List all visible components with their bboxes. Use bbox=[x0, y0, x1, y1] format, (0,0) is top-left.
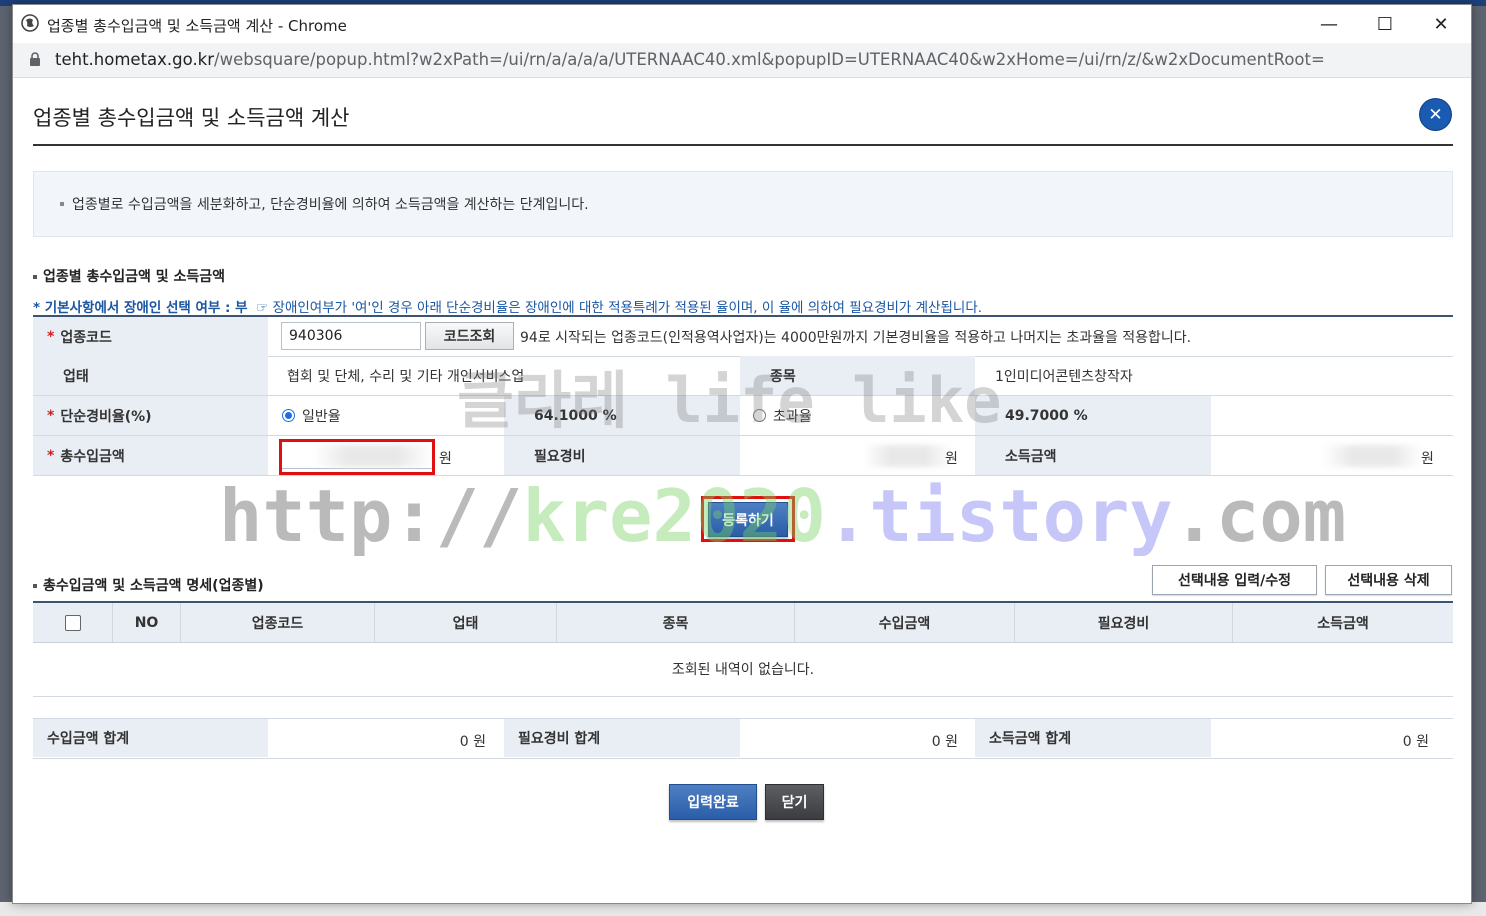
bullet-icon bbox=[33, 275, 37, 279]
watermark-url-tld: .com bbox=[1172, 474, 1347, 558]
edit-selected-button[interactable]: 선택내용 입력/수정 bbox=[1152, 565, 1317, 595]
row-business-type: 업태 협회 및 단체, 수리 및 기타 개인서비스업 종목 1인미디어콘텐츠창작… bbox=[33, 356, 1453, 396]
section-title-text: 업종별 총수입금액 및 소득금액 bbox=[43, 269, 226, 285]
watermark-url-domain: .tistory bbox=[825, 474, 1173, 558]
section-title-text: 총수입금액 및 소득금액 명세(업종별) bbox=[43, 578, 264, 594]
label-text: 총수입금액 bbox=[60, 448, 125, 465]
excess-rate-value: 49.7000 % bbox=[975, 396, 1211, 435]
col-industry-code: 업종코드 bbox=[181, 603, 375, 642]
label-text: 업종코드 bbox=[60, 329, 112, 346]
url-text[interactable]: teht.hometax.go.kr/websquare/popup.html?… bbox=[55, 50, 1325, 69]
row-expense-rate: * 단순경비율(%) 일반율 64.1000 % 초과율 49.7000 % bbox=[33, 396, 1453, 436]
label-income: 소득금액 bbox=[975, 436, 1211, 475]
maximize-button[interactable]: ☐ bbox=[1357, 5, 1413, 43]
excess-rate-label: 초과율 bbox=[773, 408, 812, 425]
general-rate-label: 일반율 bbox=[302, 408, 341, 425]
code-help-text: 94로 시작되는 업종코드(인적용역사업자)는 4000만원까지 기본경비율을 … bbox=[520, 329, 1192, 346]
industry-code-input[interactable]: 940306 bbox=[281, 322, 421, 350]
general-rate-option[interactable]: 일반율 bbox=[282, 396, 502, 435]
input-complete-button[interactable]: 입력완료 bbox=[669, 784, 757, 820]
page-title: 업종별 총수입금액 및 소득금액 계산 bbox=[33, 106, 350, 130]
address-bar[interactable]: teht.hometax.go.kr/websquare/popup.html?… bbox=[13, 43, 1471, 78]
row-total-income: * 총수입금액 원 필요경비 원 소득금액 원 bbox=[33, 436, 1453, 476]
close-button[interactable]: 닫기 bbox=[765, 784, 824, 820]
general-rate-value: 64.1000 % bbox=[504, 396, 740, 435]
business-type-value: 협회 및 단체, 수리 및 기타 개인서비스업 bbox=[287, 368, 525, 385]
excess-rate-radio[interactable] bbox=[753, 409, 766, 422]
note-text: ☞ 장애인여부가 '여'인 경우 아래 단순경비율은 장애인에 대한 적용특례가… bbox=[256, 300, 983, 316]
redacted-income bbox=[1323, 445, 1423, 467]
excess-rate-option[interactable]: 초과율 bbox=[753, 396, 973, 435]
grid-header: NO 업종코드 업태 종목 수입금액 필요경비 소득금액 bbox=[33, 601, 1453, 643]
background-bottom-strip bbox=[0, 902, 1486, 916]
section-title-form: 업종별 총수입금액 및 소득금액 bbox=[33, 266, 225, 286]
won-unit: 원 bbox=[945, 450, 958, 467]
required-mark: * bbox=[47, 447, 55, 464]
info-box: 업종별로 수입금액을 세분화하고, 단순경비율에 의하여 소득금액을 계산하는 … bbox=[33, 171, 1453, 237]
note-prefix: * 기본사항에서 장애인 선택 여부 : 부 bbox=[33, 300, 248, 316]
grid-empty-message: 조회된 내역이 없습니다. bbox=[33, 641, 1453, 697]
highlight-register-button bbox=[701, 496, 795, 542]
col-business-type: 업태 bbox=[375, 603, 557, 642]
select-all-cell bbox=[33, 603, 113, 642]
label-expense-rate: * 단순경비율(%) bbox=[33, 396, 268, 435]
label-industry-code: * 업종코드 bbox=[33, 317, 268, 356]
col-item: 종목 bbox=[557, 603, 795, 642]
lock-icon bbox=[30, 52, 40, 66]
general-rate-radio[interactable] bbox=[282, 409, 295, 422]
minimize-button[interactable]: — bbox=[1301, 5, 1357, 43]
income-total-value: 0 원 bbox=[459, 734, 486, 750]
required-mark: * bbox=[47, 328, 55, 345]
popup-content: 업종별 총수입금액 및 소득금액 계산 ✕ 업종별로 수입금액을 세분화하고, … bbox=[13, 78, 1471, 903]
col-income: 수입금액 bbox=[795, 603, 1015, 642]
window-close-button[interactable]: ✕ bbox=[1413, 5, 1469, 43]
select-all-checkbox[interactable] bbox=[64, 614, 81, 631]
col-no: NO bbox=[113, 603, 181, 642]
col-expense: 필요경비 bbox=[1015, 603, 1233, 642]
window-titlebar: 업종별 총수입금액 및 소득금액 계산 - Chrome — ☐ ✕ bbox=[13, 5, 1471, 43]
won-unit: 원 bbox=[1421, 450, 1434, 467]
highlight-total-income bbox=[279, 439, 435, 475]
label-total-income: * 총수입금액 bbox=[33, 436, 268, 475]
section-title-grid: 총수입금액 및 소득금액 명세(업종별) bbox=[33, 575, 264, 595]
required-mark: * bbox=[47, 407, 55, 424]
bullet-icon bbox=[33, 584, 37, 588]
url-path: /websquare/popup.html?w2xPath=/ui/rn/a/a… bbox=[214, 50, 1325, 69]
bullet-icon bbox=[60, 202, 64, 206]
label-expense-total: 필요경비 합계 bbox=[504, 719, 740, 757]
watermark-url-protocol: http:// bbox=[219, 474, 523, 558]
label-earnings-total: 소득금액 합계 bbox=[975, 719, 1211, 757]
disability-note: * 기본사항에서 장애인 선택 여부 : 부 ☞ 장애인여부가 '여'인 경우 … bbox=[33, 296, 982, 316]
window-title: 업종별 총수입금액 및 소득금액 계산 - Chrome bbox=[47, 17, 347, 35]
code-lookup-button[interactable]: 코드조회 bbox=[425, 322, 514, 350]
globe-icon bbox=[21, 14, 39, 32]
label-item: 종목 bbox=[740, 356, 975, 395]
col-earnings: 소득금액 bbox=[1317, 615, 1369, 632]
item-value: 1인미디어콘텐츠창작자 bbox=[995, 368, 1133, 385]
label-expense: 필요경비 bbox=[504, 436, 740, 475]
row-industry-code: * 업종코드 940306 코드조회 94로 시작되는 업종코드(인적용역사업자)… bbox=[33, 315, 1453, 357]
title-divider bbox=[33, 144, 1453, 146]
label-business-type: 업태 bbox=[33, 356, 268, 395]
chrome-popup-window: 업종별 총수입금액 및 소득금액 계산 - Chrome — ☐ ✕ teht.… bbox=[12, 4, 1472, 904]
info-text: 업종별로 수입금액을 세분화하고, 단순경비율에 의하여 소득금액을 계산하는 … bbox=[72, 197, 589, 213]
popup-close-button[interactable]: ✕ bbox=[1420, 99, 1451, 130]
won-unit: 원 bbox=[439, 450, 452, 467]
redacted-expense bbox=[863, 445, 953, 467]
url-host: teht.hometax.go.kr bbox=[55, 50, 215, 69]
delete-selected-button[interactable]: 선택내용 삭제 bbox=[1325, 565, 1452, 595]
earnings-total-value: 0 원 bbox=[1402, 734, 1429, 750]
label-text: 단순경비율(%) bbox=[60, 408, 152, 425]
summary-row: 수입금액 합계 0 원 필요경비 합계 0 원 소득금액 합계 0 원 bbox=[33, 718, 1453, 759]
label-income-total: 수입금액 합계 bbox=[33, 719, 268, 757]
expense-total-value: 0 원 bbox=[931, 734, 958, 750]
